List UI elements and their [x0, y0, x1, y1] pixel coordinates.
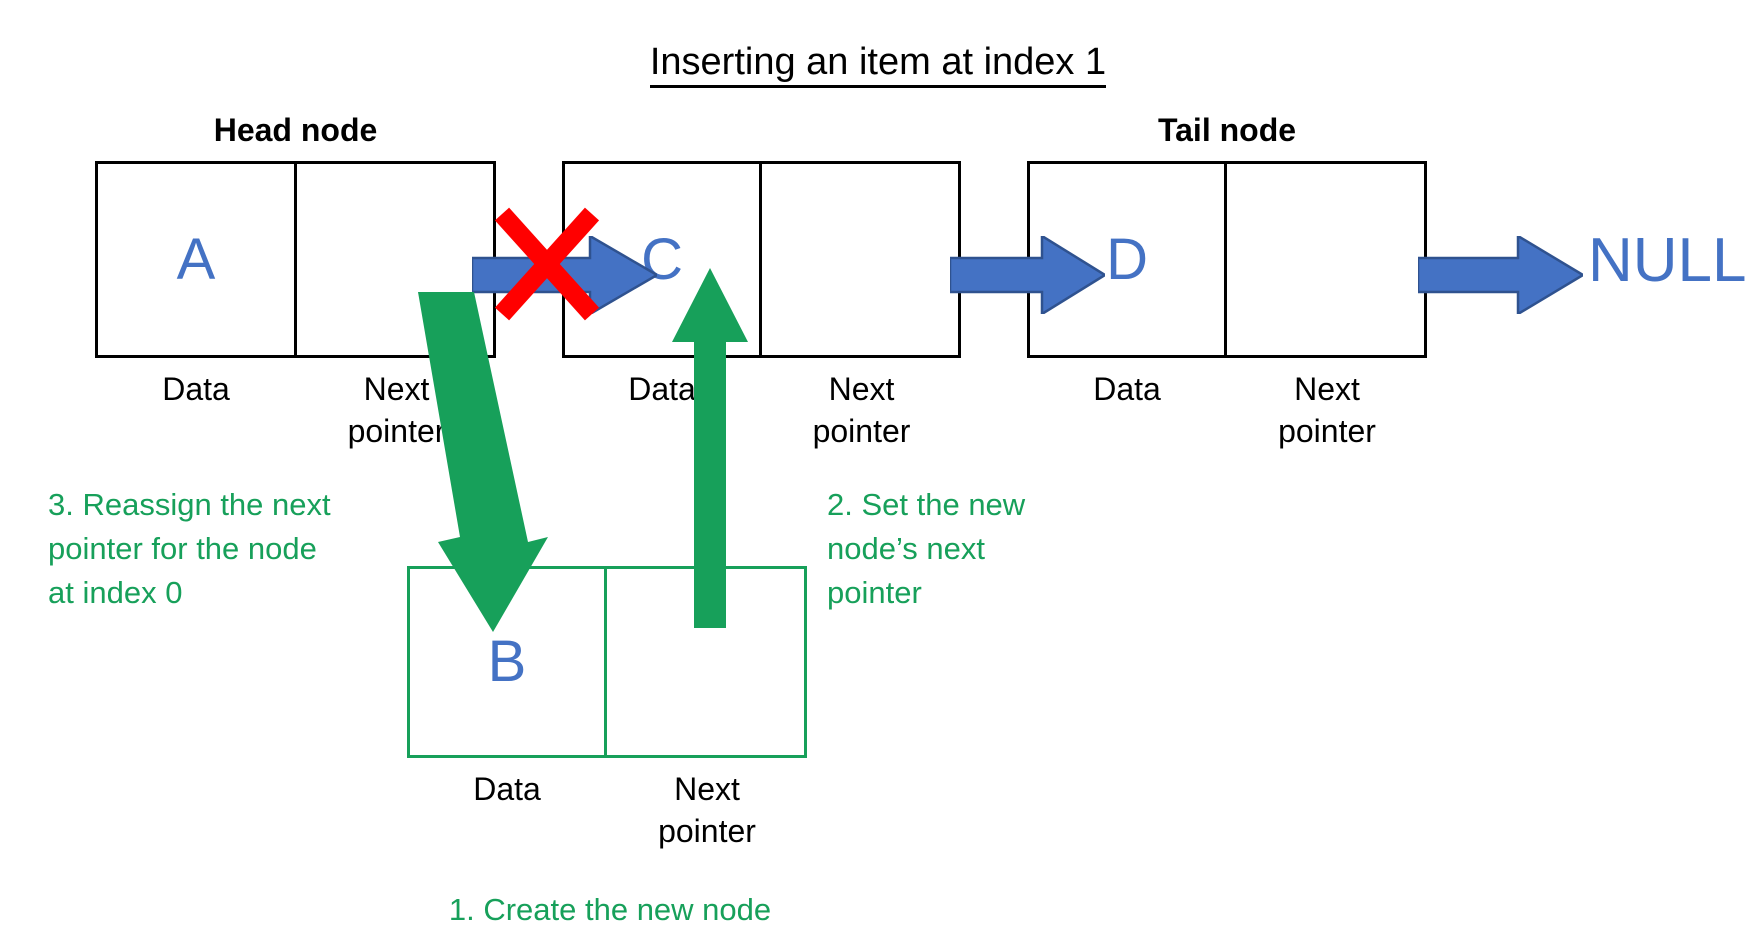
diagram-canvas: Inserting an item at index 1 Head node T… — [0, 0, 1756, 936]
node-d-next-label: Next pointer — [1227, 368, 1427, 452]
arrow-c-to-d-icon — [950, 236, 1105, 314]
node-d-next-label-line1: Next — [1294, 371, 1360, 407]
node-d-next-label-line2: pointer — [1278, 413, 1376, 450]
node-c-next-label-line2: pointer — [812, 413, 911, 450]
annotation-step-3-line1: 3. Reassign the next — [48, 487, 331, 522]
node-c-next-label-line1: Next — [828, 371, 895, 407]
node-c-next-label: Next pointer — [762, 368, 961, 452]
arrow-d-to-null-icon — [1418, 236, 1583, 314]
node-d-data-label: Data — [1093, 371, 1161, 407]
annotation-step-1: 1. Create the new node — [330, 888, 890, 932]
annotation-step-2: 2. Set the new node’s next pointer — [827, 483, 1107, 615]
node-a-value: A — [176, 226, 216, 292]
node-c-next-cell[interactable] — [762, 164, 958, 355]
annotation-step-1-line1: 1. Create the new node — [448, 892, 772, 927]
node-b-value: B — [487, 629, 527, 694]
node-a-data-label: Data — [162, 371, 230, 407]
null-label: NULL — [1588, 226, 1747, 295]
node-b-next-label-line2: pointer — [658, 813, 756, 850]
annotation-step-3-line3: at index 0 — [48, 575, 183, 611]
head-node-caption: Head node — [213, 112, 378, 148]
node-d-next-cell[interactable] — [1227, 164, 1424, 355]
annotation-step-2-line1: 2. Set the new — [827, 487, 1026, 522]
node-b-data-label: Data — [473, 771, 541, 807]
node-b-next-label: Next pointer — [607, 768, 807, 852]
annotation-step-2-line3: pointer — [827, 575, 922, 611]
arrow-a-next-to-b-icon — [418, 292, 548, 632]
annotation-step-3-line2: pointer for the node — [48, 531, 317, 567]
page-title-text: Inserting an item at index 1 — [649, 41, 1107, 88]
node-b-next-label-line1: Next — [674, 771, 740, 807]
annotation-step-2-line2: node’s next — [827, 531, 985, 567]
node-a-data-cell[interactable]: A — [98, 164, 297, 355]
annotation-step-3: 3. Reassign the next pointer for the nod… — [48, 483, 408, 615]
node-d-value: D — [1106, 226, 1148, 292]
tail-node-caption: Tail node — [1157, 112, 1297, 148]
arrow-b-next-to-c-icon — [672, 268, 748, 628]
page-title: Inserting an item at index 1 — [0, 41, 1756, 88]
